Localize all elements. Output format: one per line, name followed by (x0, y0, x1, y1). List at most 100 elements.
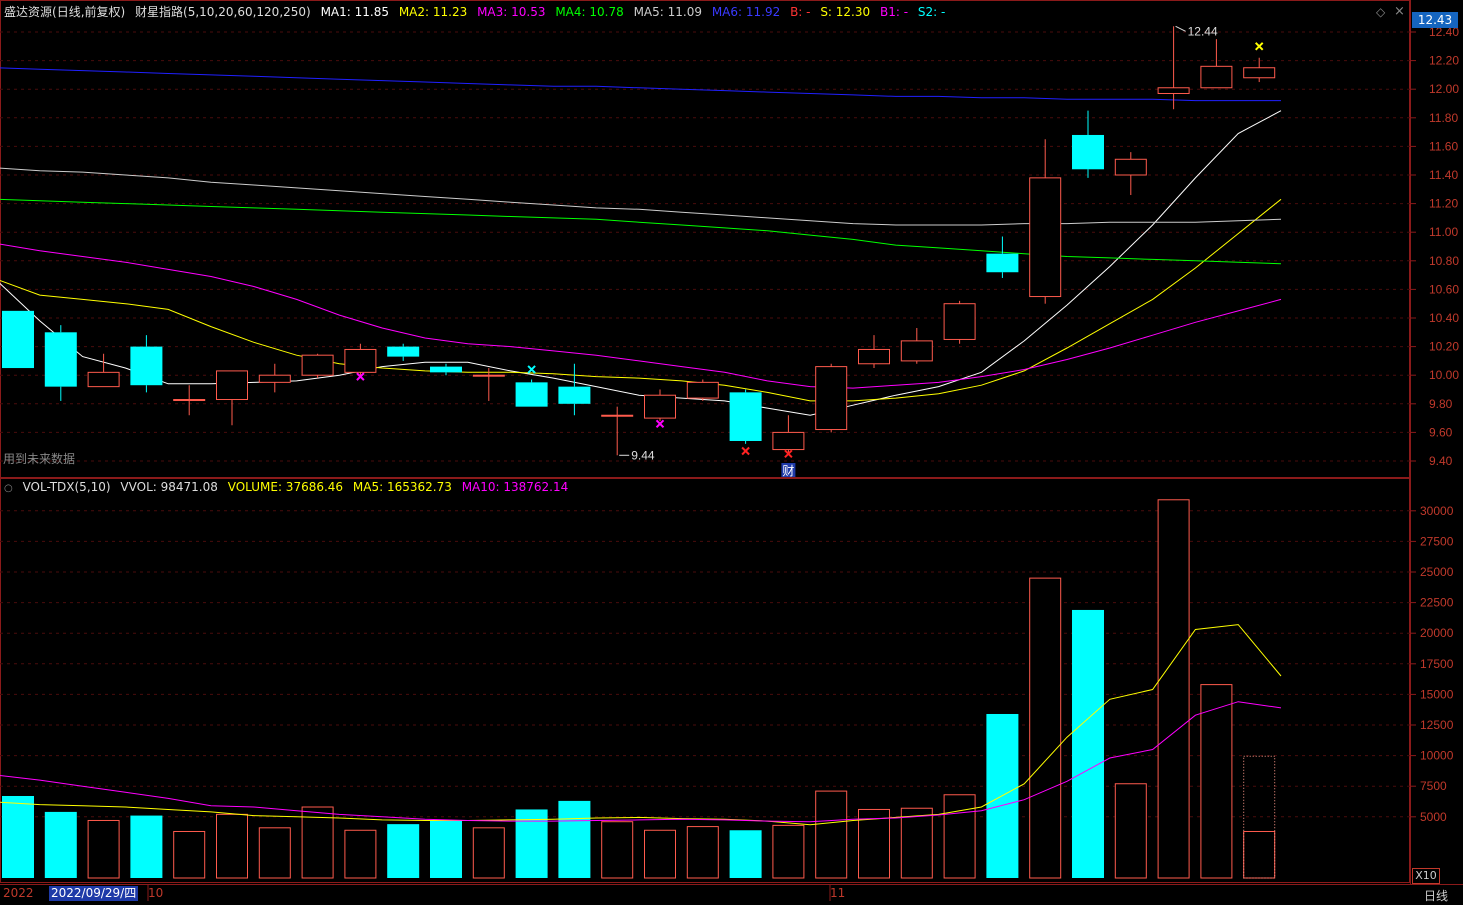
volume-bar-down (430, 820, 462, 878)
ma-line-ma6 (0, 67, 1281, 102)
price-tick-label: 9.60 (1429, 425, 1453, 439)
volume-bar-up (1157, 499, 1190, 879)
candle-body-down (130, 346, 163, 386)
volume-bar-down (2, 795, 34, 878)
candle-body-up (1243, 67, 1276, 79)
candle-body-up (644, 394, 676, 419)
candle-body-up (344, 348, 377, 373)
vol-ma5-value: MA5: 165362.73 (352, 480, 452, 494)
volume-bar-up (601, 821, 634, 879)
signal-layer: 12.44 9.44 财 (356, 24, 1264, 478)
candle-body-down (558, 386, 591, 404)
candle-body-up (943, 303, 976, 340)
candle-body-up (686, 381, 719, 399)
candle-body-up (301, 354, 334, 376)
period-label[interactable]: 日线 (1424, 887, 1448, 904)
volume-bar-up (173, 830, 206, 879)
candle-body-up (258, 374, 291, 383)
volume-bar-up (344, 829, 377, 879)
diamond-icon[interactable]: ◇ (1376, 5, 1385, 19)
future-data-note: 用到未来数据 (3, 452, 76, 466)
price-tick-label: 10.20 (1429, 340, 1459, 354)
candle-body-up (87, 371, 120, 388)
ma6-value: MA6: 11.92 (711, 5, 781, 19)
candle-body-up (1200, 65, 1233, 89)
volume-panel-frame (0, 478, 1410, 883)
price-tick-label: 12.20 (1429, 54, 1459, 68)
high-pointer (1175, 25, 1186, 32)
ma5-value: MA5: 11.09 (633, 5, 702, 19)
volume-bar-down (558, 800, 591, 878)
volume-tick-label: 20000 (1420, 626, 1454, 640)
volume-layer (0, 499, 1282, 879)
scale-label[interactable]: X10 (1412, 868, 1440, 884)
price-tick-label: 11.80 (1429, 111, 1458, 125)
candle-body-up (216, 370, 248, 401)
signal-cross-marker (1254, 42, 1264, 51)
volume-bar-up (1200, 684, 1233, 879)
volume-tick-label: 15000 (1420, 687, 1454, 701)
volume-bar-down (387, 824, 420, 878)
candle-body-up (173, 399, 206, 402)
signal-cross-marker (741, 446, 750, 456)
volume-value: VOLUME: 37686.46 (227, 480, 344, 494)
candle-body-up (1114, 158, 1147, 176)
circle-icon[interactable]: ○ (4, 483, 13, 494)
volume-bar-down (130, 815, 163, 878)
moving-average-layer (0, 67, 1282, 416)
volume-bar-up (815, 790, 848, 879)
volume-tick-label: 7500 (1420, 779, 1447, 793)
ma1-value: MA1: 11.85 (320, 5, 389, 19)
period-mode: (日线,前复权) (52, 5, 126, 19)
candlestick-layer (2, 26, 1276, 456)
low-price-label: 9.44 (631, 448, 655, 462)
volume-bar-down (44, 811, 77, 878)
volume-tick-label: 30000 (1420, 504, 1454, 518)
volume-bar-up (900, 807, 933, 879)
price-tick-label: 11.00 (1429, 225, 1458, 239)
candle-body-up (900, 340, 933, 362)
volume-tick-label: 12500 (1420, 718, 1454, 732)
volume-bar-up (644, 829, 676, 879)
close-icon[interactable]: × (1394, 4, 1405, 19)
axis-layer: 9.40 9.60 9.80 10.00 10.20 10.40 10.60 10.80 11.… (147, 25, 1459, 901)
candle-body-down (1072, 134, 1104, 170)
price-tick-label: 12.00 (1429, 82, 1459, 96)
price-panel-header: 盛达资源(日线,前复权) 财星指路(5,10,20,60,120,250) MA… (4, 4, 951, 20)
candle-body-up (858, 348, 890, 365)
volume-bar-up (472, 827, 505, 879)
date-label-cursor: 2022/09/29/四 (49, 886, 139, 901)
volume-bar-up (1243, 830, 1276, 879)
date-label-nov: 11 (830, 886, 846, 900)
price-tick-label: 11.40 (1429, 168, 1458, 182)
ma-line-ma5 (0, 167, 1282, 226)
volume-bar-down (1072, 609, 1104, 878)
volume-tick-label: 10000 (1420, 749, 1454, 763)
candle-body-up (601, 414, 634, 417)
current-price-tag: 12.43 (1412, 12, 1458, 28)
volume-tick-label: 27500 (1420, 534, 1454, 548)
price-panel-frame (0, 0, 1410, 478)
volume-bar-up (943, 794, 976, 879)
grid-layer (0, 0, 1463, 885)
candle-body-up (1157, 87, 1190, 94)
ma-line-ma2 (0, 198, 1282, 402)
price-tick-label: 11.60 (1429, 139, 1458, 153)
stock-name[interactable]: 盛达资源 (4, 5, 52, 19)
price-tick-label: 9.40 (1429, 454, 1453, 468)
volume-indicator-name[interactable]: VOL-TDX(5,10) (23, 480, 111, 494)
price-tick-label: 10.60 (1429, 282, 1459, 296)
volume-tick-label: 22500 (1420, 596, 1454, 610)
volume-tick-label: 17500 (1420, 657, 1454, 671)
signal-cross-marker (655, 419, 665, 429)
volume-bar-down (729, 830, 762, 878)
price-tick-label: 11.20 (1429, 197, 1458, 211)
volume-tick-label: 25000 (1420, 565, 1454, 579)
ma4-value: MA4: 10.78 (555, 5, 624, 19)
price-tick-label: 10.80 (1429, 254, 1459, 268)
volume-tick-label: 5000 (1420, 810, 1447, 824)
b-signal-value: B: - (790, 5, 811, 19)
ma2-value: MA2: 11.23 (398, 5, 468, 19)
candle-body-down (44, 332, 77, 387)
indicator-name[interactable]: 财星指路(5,10,20,60,120,250) (135, 5, 311, 19)
